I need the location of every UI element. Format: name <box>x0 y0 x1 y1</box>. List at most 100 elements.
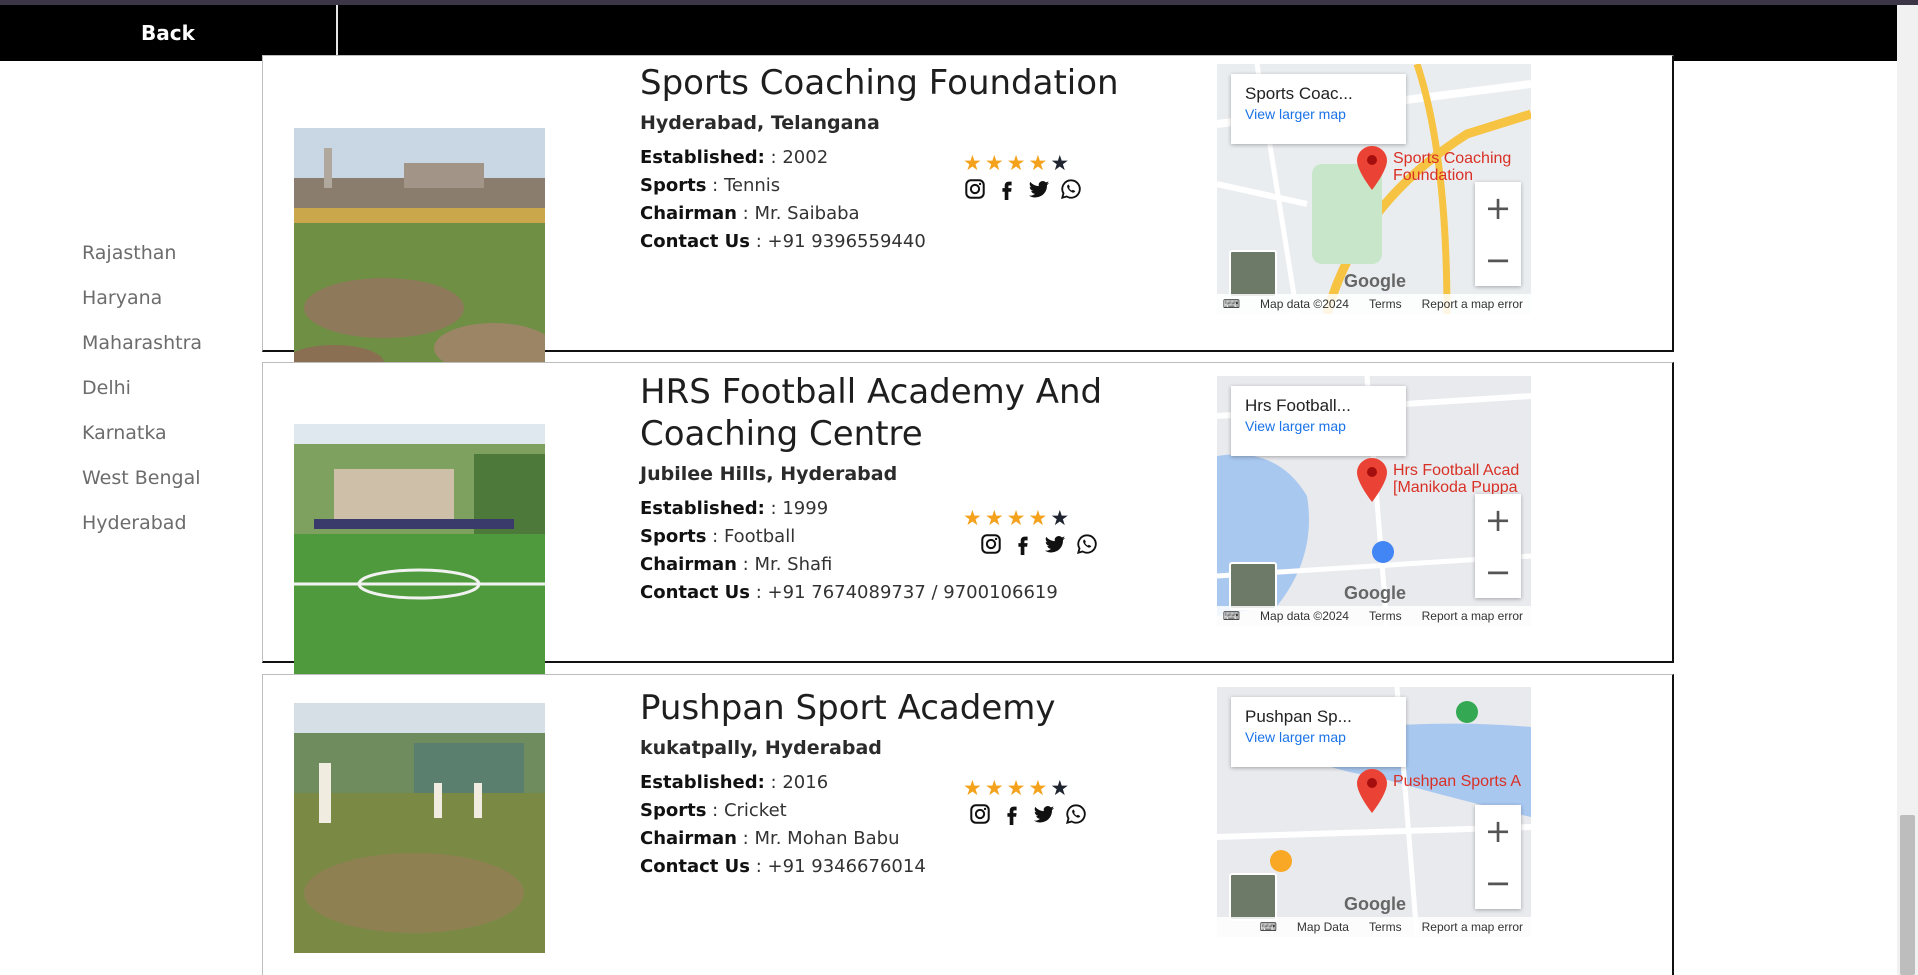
google-logo: Google <box>1344 583 1406 603</box>
academy-location: Jubilee Hills, Hyderabad <box>640 463 898 485</box>
map-pin-icon[interactable] <box>1357 146 1387 194</box>
map-report-link[interactable]: Report a map error <box>1422 297 1523 311</box>
map-pin-icon[interactable] <box>1357 458 1387 506</box>
map-footer: ⌨ Map Data Terms Report a map error <box>1217 917 1531 937</box>
map-pin-icon[interactable] <box>1357 769 1387 817</box>
chairman-row: Chairman : Mr. Saibaba <box>640 200 1140 228</box>
satellite-toggle[interactable] <box>1229 873 1277 921</box>
sidebar-item-maharashtra[interactable]: Maharashtra <box>82 326 252 371</box>
scrollbar-thumb[interactable] <box>1900 815 1915 975</box>
twitter-icon[interactable] <box>1043 532 1067 556</box>
twitter-icon[interactable] <box>1027 177 1051 201</box>
chairman-row: Chairman : Mr. Mohan Babu <box>640 825 1140 853</box>
star-rating: ★ ★ ★ ★ ★ <box>963 778 1069 799</box>
map-report-link[interactable]: Report a map error <box>1422 609 1523 623</box>
map-terms-link[interactable]: Terms <box>1369 609 1402 623</box>
academy-card: Sports Coaching Foundation Hyderabad, Te… <box>262 55 1674 378</box>
established-value: : 2002 <box>770 147 829 168</box>
contact-label: Contact Us <box>640 582 751 603</box>
zoom-out-button[interactable]: − <box>1475 857 1521 909</box>
map-terms-link[interactable]: Terms <box>1369 920 1402 934</box>
view-larger-map-link[interactable]: View larger map <box>1245 418 1392 434</box>
star-icon: ★ <box>1006 506 1026 530</box>
sidebar-item-west-bengal[interactable]: West Bengal <box>82 461 252 506</box>
satellite-toggle[interactable] <box>1229 250 1277 298</box>
twitter-icon[interactable] <box>1032 802 1056 826</box>
star-icon: ★ <box>1050 506 1070 530</box>
zoom-in-button[interactable]: + <box>1475 182 1521 234</box>
facebook-icon[interactable] <box>1000 802 1024 826</box>
map-pin-label: Hrs Football Acad [Manikoda Puppa <box>1393 462 1520 496</box>
keyboard-icon[interactable]: ⌨ <box>1260 920 1277 934</box>
star-icon: ★ <box>963 776 982 800</box>
facebook-icon[interactable] <box>995 177 1019 201</box>
star-rating: ★ ★ ★ ★ ★ <box>963 508 1069 529</box>
map-zoom-controls: + − <box>1475 805 1521 909</box>
star-rating: ★ ★ ★ ★ ★ <box>963 153 1069 174</box>
zoom-in-button[interactable]: + <box>1475 494 1521 546</box>
star-icon: ★ <box>963 151 982 175</box>
sidebar-item-haryana[interactable]: Haryana <box>82 281 252 326</box>
instagram-icon[interactable] <box>979 532 1003 556</box>
contact-value: : +91 7674089737 / 9700106619 <box>755 582 1058 603</box>
zoom-out-button[interactable]: − <box>1475 234 1521 286</box>
map-attribution: Map data ©2024 <box>1260 609 1349 623</box>
chairman-label: Chairman <box>640 203 737 224</box>
map-info-box: Sports Coac... View larger map <box>1231 74 1406 144</box>
sport-value: : Football <box>712 526 796 547</box>
whatsapp-icon[interactable] <box>1064 802 1088 826</box>
view-larger-map-link[interactable]: View larger map <box>1245 729 1392 745</box>
star-icon: ★ <box>1028 151 1048 175</box>
location-map[interactable]: Sports Coac... View larger map Sports Co… <box>1217 64 1531 314</box>
keyboard-icon[interactable]: ⌨ <box>1223 609 1240 623</box>
contact-row: Contact Us : +91 9346676014 <box>640 853 1140 881</box>
established-label: Established: <box>640 147 765 168</box>
academy-photo <box>294 703 545 953</box>
whatsapp-icon[interactable] <box>1075 532 1099 556</box>
google-logo: Google <box>1344 894 1406 914</box>
map-info-box: Hrs Football... View larger map <box>1231 386 1406 456</box>
state-sidebar: Rajasthan Haryana Maharashtra Delhi Karn… <box>82 236 252 551</box>
map-zoom-controls: + − <box>1475 494 1521 598</box>
sidebar-item-karnatka[interactable]: Karnatka <box>82 416 252 461</box>
star-icon: ★ <box>984 506 1004 530</box>
map-info-box: Pushpan Sp... View larger map <box>1231 697 1406 767</box>
keyboard-icon[interactable]: ⌨ <box>1223 297 1240 311</box>
chairman-label: Chairman <box>640 828 737 849</box>
map-report-link[interactable]: Report a map error <box>1422 920 1523 934</box>
established-label: Established: <box>640 772 765 793</box>
map-terms-link[interactable]: Terms <box>1369 297 1402 311</box>
map-pin-label: Pushpan Sports A <box>1393 773 1522 790</box>
sidebar-item-hyderabad[interactable]: Hyderabad <box>82 506 252 551</box>
view-larger-map-link[interactable]: View larger map <box>1245 106 1392 122</box>
star-icon: ★ <box>963 506 982 530</box>
zoom-in-button[interactable]: + <box>1475 805 1521 857</box>
star-icon: ★ <box>1006 776 1026 800</box>
academy-location: Hyderabad, Telangana <box>640 112 880 134</box>
star-icon: ★ <box>984 776 1004 800</box>
whatsapp-icon[interactable] <box>1059 177 1083 201</box>
star-icon: ★ <box>984 151 1004 175</box>
academy-card: Pushpan Sport Academy kukatpally, Hydera… <box>262 674 1674 975</box>
instagram-icon[interactable] <box>968 802 992 826</box>
page-scrollbar[interactable] <box>1897 5 1918 975</box>
sidebar-item-delhi[interactable]: Delhi <box>82 371 252 416</box>
contact-value: : +91 9346676014 <box>755 856 926 877</box>
map-place-title: Hrs Football... <box>1245 396 1351 415</box>
satellite-toggle[interactable] <box>1229 562 1277 610</box>
sidebar-item-rajasthan[interactable]: Rajasthan <box>82 236 252 281</box>
social-links <box>979 532 1099 556</box>
facebook-icon[interactable] <box>1011 532 1035 556</box>
chairman-value: : Mr. Mohan Babu <box>742 828 900 849</box>
sport-value: : Tennis <box>712 175 781 196</box>
back-button[interactable]: Back <box>0 5 338 61</box>
instagram-icon[interactable] <box>963 177 987 201</box>
location-map[interactable]: Pushpan Sp... View larger map Pushpan Sp… <box>1217 687 1531 937</box>
chairman-value: : Mr. Shafi <box>742 554 833 575</box>
location-map[interactable]: Hrs Football... View larger map Hrs Foot… <box>1217 376 1531 626</box>
social-links <box>963 177 1083 201</box>
zoom-out-button[interactable]: − <box>1475 546 1521 598</box>
academy-card: HRS Football Academy And Coaching Centre… <box>262 362 1674 674</box>
map-footer: ⌨ Map data ©2024 Terms Report a map erro… <box>1217 294 1531 314</box>
star-icon: ★ <box>1028 776 1048 800</box>
